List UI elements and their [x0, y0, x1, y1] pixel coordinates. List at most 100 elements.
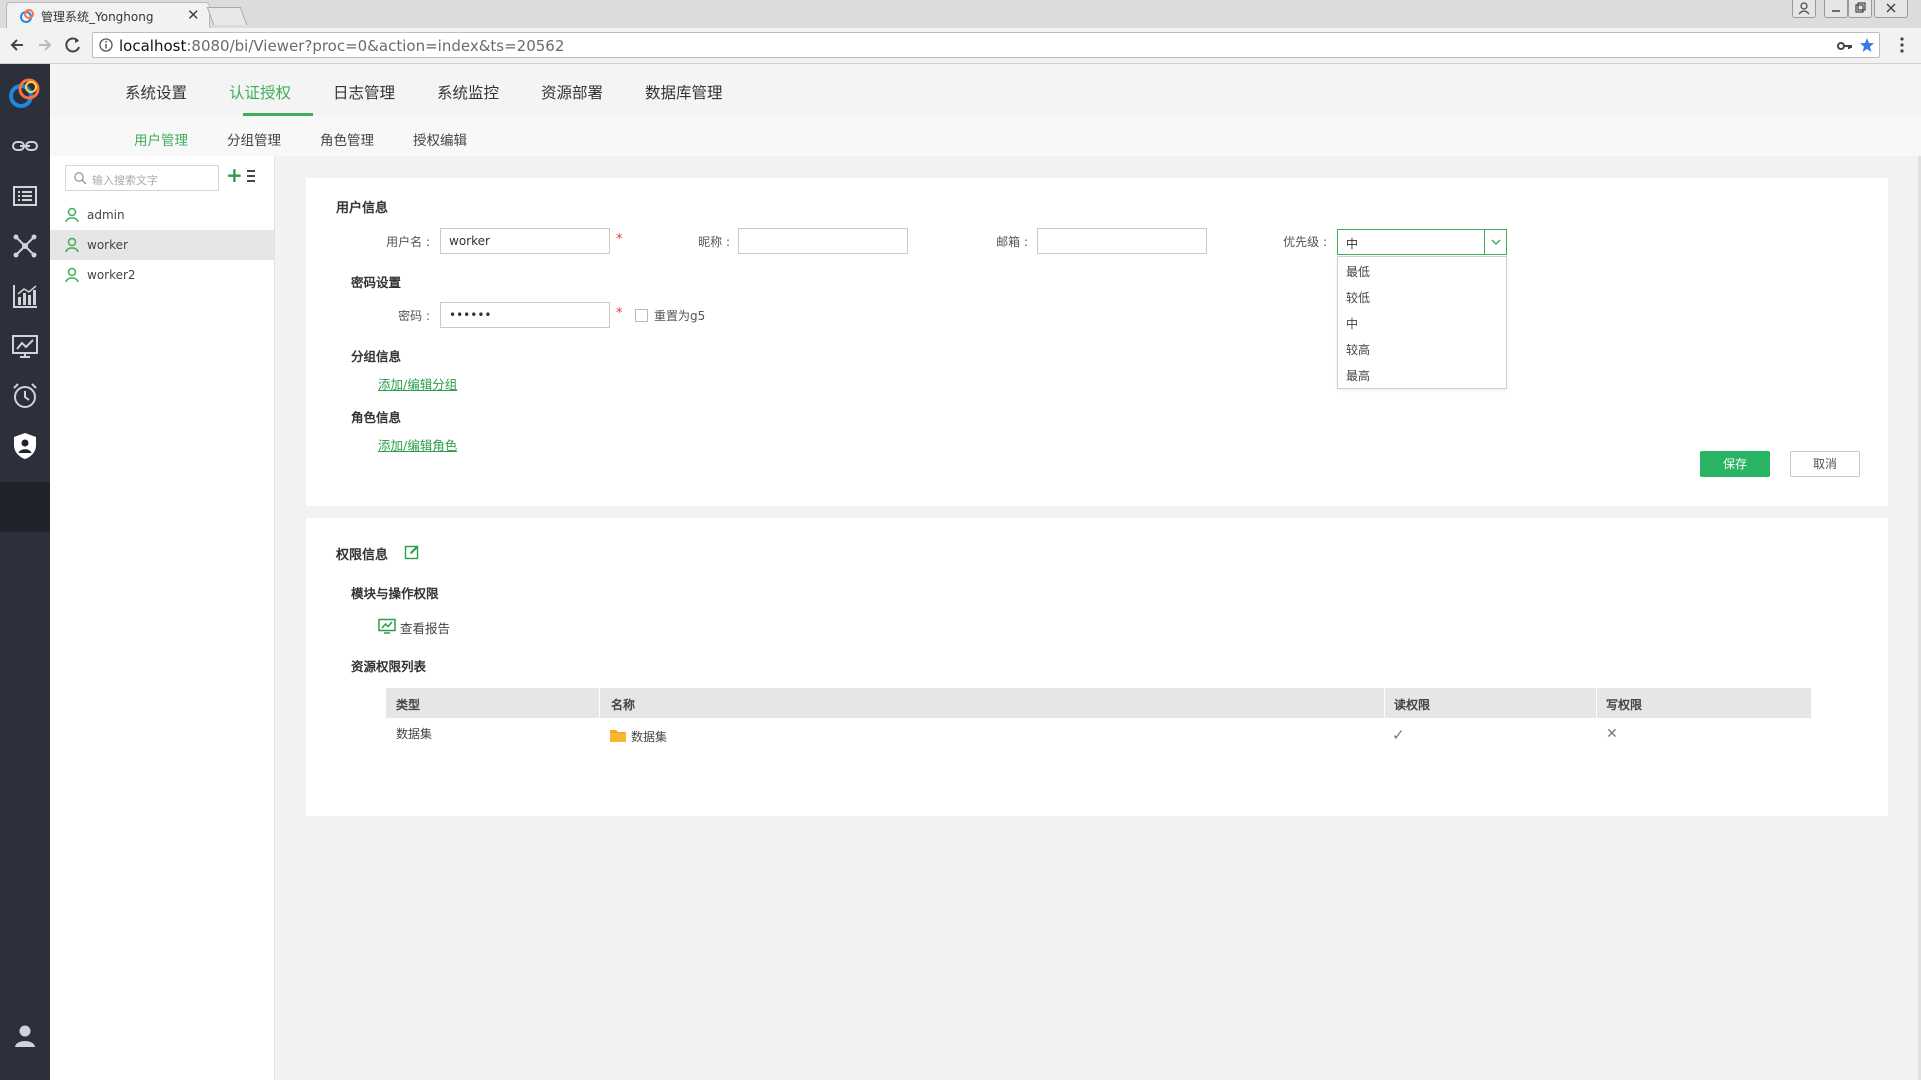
network-icon[interactable] [9, 230, 41, 262]
cell-type: 数据集 [396, 727, 433, 741]
read-permission-check-icon[interactable]: ✓ [1392, 726, 1405, 744]
subtab-user-management[interactable]: 用户管理 [134, 129, 188, 149]
user-list-panel: 输入搜索文字 + admin worker worker2 [50, 156, 275, 1080]
username-input[interactable]: worker [440, 228, 610, 254]
user-list-item[interactable]: worker2 [50, 260, 274, 290]
top-nav: 系统设置 认证授权 日志管理 系统监控 资源部署 数据库管理 [50, 64, 1921, 116]
search-icon [73, 171, 87, 185]
subtab-role-management[interactable]: 角色管理 [320, 129, 374, 149]
user-icon [64, 267, 80, 283]
cancel-button[interactable]: 取消 [1790, 451, 1860, 477]
view-report-icon [378, 618, 396, 634]
browser-tab-title: 管理系统_Yonghong [41, 10, 154, 24]
required-mark: * [616, 306, 623, 321]
column-header-read: 读权限 [1394, 698, 1431, 712]
edit-permission-icon[interactable] [404, 544, 420, 560]
add-user-icon[interactable]: + [226, 163, 243, 187]
user-profile-icon[interactable] [9, 1020, 41, 1052]
back-icon[interactable] [6, 34, 28, 56]
user-icon [64, 237, 80, 253]
save-button[interactable]: 保存 [1700, 451, 1770, 477]
column-separator [599, 688, 600, 718]
priority-selected-value: 中 [1346, 237, 1359, 251]
menu-dots-icon[interactable] [1898, 36, 1906, 54]
tab-system-settings[interactable]: 系统设置 [125, 81, 187, 103]
priority-dropdown-list: 最低 较低 中 较高 最高 [1337, 256, 1507, 389]
chevron-down-icon[interactable] [1484, 230, 1506, 254]
password-label: 密码 : [398, 309, 430, 323]
tab-close-icon[interactable]: ✕ [187, 6, 200, 24]
restore-icon[interactable] [1848, 0, 1872, 18]
nickname-input[interactable] [738, 228, 908, 254]
nickname-label: 昵称 : [698, 235, 730, 249]
user-icon [64, 207, 80, 223]
password-input[interactable]: •••••• [440, 302, 610, 328]
url-bar[interactable]: localhost:8080/bi/Viewer?proc=0&action=i… [92, 32, 1880, 58]
bar-chart-icon[interactable] [9, 280, 41, 312]
folder-icon [609, 728, 627, 743]
subtab-auth-edit[interactable]: 授权编辑 [413, 129, 467, 149]
bookmark-star-icon[interactable] [1859, 37, 1875, 53]
connection-icon[interactable] [9, 130, 41, 162]
user-name: worker2 [87, 268, 136, 282]
tab-auth[interactable]: 认证授权 [229, 81, 291, 103]
resource-table-header: 类型 名称 读权限 写权限 [386, 688, 1811, 718]
table-row[interactable]: 数据集 数据集 ✓ ✕ [386, 718, 1811, 754]
url-text: localhost:8080/bi/Viewer?proc=0&action=i… [119, 37, 565, 55]
module-item-label: 查看报告 [400, 621, 451, 636]
priority-option[interactable]: 较高 [1338, 336, 1506, 362]
yonghong-favicon-icon [19, 8, 35, 24]
priority-option[interactable]: 中 [1338, 310, 1506, 336]
search-input[interactable]: 输入搜索文字 [65, 165, 219, 191]
forward-icon[interactable] [34, 34, 56, 56]
profile-icon[interactable] [1792, 0, 1816, 18]
required-mark: * [616, 232, 623, 247]
user-list-item[interactable]: admin [50, 200, 274, 230]
user-name: worker [87, 238, 128, 252]
browser-address-bar: localhost:8080/bi/Viewer?proc=0&action=i… [0, 28, 1921, 64]
alarm-clock-icon[interactable] [9, 380, 41, 412]
info-icon[interactable] [99, 38, 113, 52]
browser-tab-bar: 管理系统_Yonghong ✕ [0, 0, 1921, 28]
cell-name: 数据集 [631, 730, 668, 744]
list-menu-icon[interactable] [246, 169, 256, 183]
priority-label: 优先级 : [1283, 235, 1327, 249]
browser-tab[interactable]: 管理系统_Yonghong ✕ [6, 2, 210, 28]
reset-password-checkbox[interactable] [635, 309, 648, 322]
tab-database-management[interactable]: 数据库管理 [645, 81, 723, 103]
list-icon[interactable] [9, 180, 41, 212]
reload-icon[interactable] [62, 34, 84, 56]
section-title-resource: 资源权限列表 [351, 659, 427, 674]
close-window-icon[interactable] [1874, 0, 1908, 18]
user-name: admin [87, 208, 125, 222]
search-placeholder: 输入搜索文字 [92, 174, 158, 187]
column-header-write: 写权限 [1606, 698, 1643, 712]
edit-group-link[interactable]: 添加/编辑分组 [378, 374, 457, 393]
tab-resource-deploy[interactable]: 资源部署 [541, 81, 603, 103]
edit-role-link[interactable]: 添加/编辑角色 [378, 435, 457, 454]
user-list-item-selected[interactable]: worker [50, 230, 274, 260]
report-monitor-icon[interactable] [9, 330, 41, 362]
priority-option[interactable]: 较低 [1338, 284, 1506, 310]
column-header-type: 类型 [396, 698, 421, 712]
priority-option[interactable]: 最高 [1338, 362, 1506, 388]
tab-system-monitor[interactable]: 系统监控 [437, 81, 499, 103]
key-icon[interactable] [1837, 39, 1853, 53]
section-title-password: 密码设置 [351, 275, 402, 290]
column-separator [1596, 688, 1597, 718]
left-icon-rail [0, 64, 50, 1080]
rail-active-highlight [0, 482, 50, 532]
new-tab-button[interactable] [206, 7, 248, 25]
email-input[interactable] [1037, 228, 1207, 254]
write-permission-cross-icon[interactable]: ✕ [1606, 726, 1618, 742]
username-label: 用户名 : [386, 235, 430, 249]
priority-option[interactable]: 最低 [1338, 258, 1506, 284]
priority-select[interactable]: 中 [1337, 229, 1507, 255]
subtab-group-management[interactable]: 分组管理 [227, 129, 281, 149]
section-title-permission: 权限信息 [336, 548, 389, 563]
tab-log-management[interactable]: 日志管理 [333, 81, 395, 103]
reset-password-label: 重置为g5 [654, 309, 706, 323]
sub-nav: 用户管理 分组管理 角色管理 授权编辑 [50, 116, 1921, 156]
security-shield-icon[interactable] [9, 430, 41, 462]
minimize-icon[interactable] [1824, 0, 1848, 18]
